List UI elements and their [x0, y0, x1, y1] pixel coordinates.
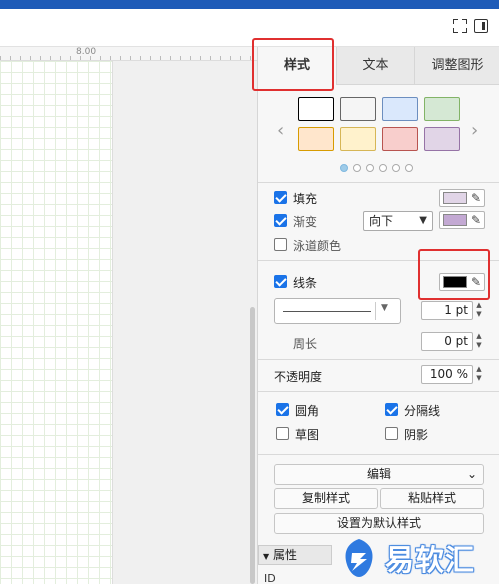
- swimlane-color-checkbox[interactable]: [274, 238, 287, 251]
- line-checkbox[interactable]: [274, 275, 287, 288]
- diagram-page-grid[interactable]: [0, 61, 112, 584]
- fullscreen-icon[interactable]: [453, 19, 467, 33]
- horizontal-ruler: 8.00: [0, 47, 257, 61]
- prev-styles-chevron-icon[interactable]: ‹: [277, 120, 284, 141]
- opacity-input[interactable]: 100 %: [421, 365, 473, 384]
- watermark: 易软汇: [333, 533, 499, 584]
- style-swatch[interactable]: [298, 97, 334, 121]
- copy-style-button[interactable]: 复制样式: [274, 488, 378, 509]
- gradient-direction-select[interactable]: 向下 ▼: [363, 211, 433, 231]
- fill-color-chip: [443, 192, 467, 204]
- style-swatch[interactable]: [382, 97, 418, 121]
- separator-label: 分隔线: [404, 404, 441, 418]
- sketch-label: 草图: [295, 428, 320, 442]
- eyedropper-icon[interactable]: ✎: [471, 212, 481, 228]
- style-swatch[interactable]: [298, 127, 334, 151]
- chevron-down-icon: ⌄: [466, 467, 477, 481]
- top-toolbar: [0, 9, 499, 47]
- line-pattern-preview: [283, 311, 371, 312]
- paste-style-button[interactable]: 粘贴样式: [380, 488, 484, 509]
- edit-dropdown-button[interactable]: 编辑 ⌄: [274, 464, 484, 485]
- watermark-logo-icon: [345, 539, 373, 577]
- select-divider: [375, 302, 376, 320]
- divider: [258, 454, 499, 455]
- gradient-color-chip: [443, 214, 467, 226]
- property-id-label: ID: [264, 572, 276, 584]
- canvas-scrollbar[interactable]: [250, 307, 255, 584]
- window-title-bar: [0, 0, 499, 9]
- style-page-dot[interactable]: [405, 164, 413, 172]
- properties-section-header[interactable]: ▼ 属性: [258, 545, 332, 565]
- style-swatch[interactable]: [382, 127, 418, 151]
- chevron-down-icon: ▼: [419, 215, 427, 226]
- style-page-dot[interactable]: [353, 164, 361, 172]
- opacity-stepper[interactable]: ▲ ▼: [474, 365, 484, 384]
- style-tab-highlight: [252, 38, 334, 91]
- fill-label: 填充: [293, 192, 318, 206]
- line-label: 线条: [293, 276, 318, 290]
- gradient-color-button[interactable]: ✎: [439, 211, 485, 229]
- ruler-ticks: [0, 56, 257, 60]
- format-panel: 样式 文本 调整图形 ‹ › 填充 ✎ 渐变 向下 ▼ ✎ 泳道颜色 线条 ✎ …: [257, 47, 499, 584]
- gradient-label: 渐变: [293, 215, 318, 229]
- line-width-input[interactable]: 1 pt: [421, 301, 473, 320]
- style-page-dots: [340, 161, 418, 175]
- tab-text[interactable]: 文本: [336, 47, 414, 85]
- perimeter-input[interactable]: 0 pt: [421, 332, 473, 351]
- swimlane-color-label: 泳道颜色: [293, 239, 342, 253]
- collapse-triangle-icon: ▼: [263, 552, 270, 561]
- next-styles-chevron-icon[interactable]: ›: [471, 120, 478, 141]
- tab-arrange[interactable]: 调整图形: [414, 47, 499, 85]
- shadow-checkbox[interactable]: [385, 427, 398, 440]
- rounded-label: 圆角: [295, 404, 320, 418]
- divider: [258, 359, 499, 360]
- perimeter-stepper[interactable]: ▲ ▼: [474, 332, 484, 351]
- eyedropper-icon[interactable]: ✎: [471, 190, 481, 206]
- style-page-dot[interactable]: [392, 164, 400, 172]
- shadow-label: 阴影: [404, 428, 429, 442]
- fill-color-button[interactable]: ✎: [439, 189, 485, 207]
- perimeter-label: 周长: [293, 337, 318, 351]
- style-page-dot[interactable]: [379, 164, 387, 172]
- gradient-checkbox[interactable]: [274, 214, 287, 227]
- opacity-label: 不透明度: [274, 370, 323, 384]
- line-color-highlight: [418, 249, 490, 300]
- separator-checkbox[interactable]: [385, 403, 398, 416]
- chevron-down-icon: ▼: [381, 303, 388, 313]
- properties-label: 属性: [272, 548, 297, 562]
- gradient-direction-value: 向下: [369, 214, 394, 228]
- divider: [258, 182, 499, 183]
- line-pattern-select[interactable]: ▼: [274, 298, 401, 324]
- diagram-canvas[interactable]: 8.00: [0, 47, 257, 584]
- fill-checkbox[interactable]: [274, 191, 287, 204]
- set-as-default-style-button[interactable]: 设置为默认样式: [274, 513, 484, 534]
- line-width-stepper[interactable]: ▲ ▼: [474, 301, 484, 320]
- watermark-text: 易软汇: [385, 543, 476, 577]
- panel-toggle-icon[interactable]: [474, 19, 488, 33]
- style-swatch[interactable]: [424, 127, 460, 151]
- style-swatch[interactable]: [424, 97, 460, 121]
- page-edge: [112, 61, 113, 584]
- divider: [258, 391, 499, 392]
- style-swatch[interactable]: [340, 127, 376, 151]
- style-page-dot[interactable]: [366, 164, 374, 172]
- style-swatch[interactable]: [340, 97, 376, 121]
- style-page-dot[interactable]: [340, 164, 348, 172]
- rounded-checkbox[interactable]: [276, 403, 289, 416]
- edit-label: 编辑: [366, 467, 391, 481]
- sketch-checkbox[interactable]: [276, 427, 289, 440]
